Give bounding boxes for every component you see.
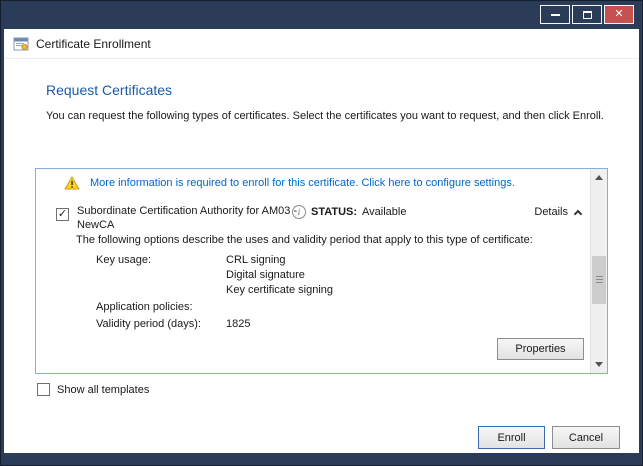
status-value: Available — [362, 206, 406, 218]
field-value: 1825 — [226, 318, 250, 333]
field-label: Application policies: — [96, 301, 226, 316]
certificate-enrollment-window: ✕ Certificate Enrollment Request Certifi… — [0, 0, 643, 466]
check-icon: ✓ — [58, 209, 67, 220]
field-row: Key certificate signing — [96, 284, 536, 299]
scroll-up-button[interactable] — [591, 169, 607, 186]
field-row: Validity period (days): 1825 — [96, 316, 536, 333]
field-label — [96, 269, 226, 284]
close-icon: ✕ — [614, 9, 623, 20]
checkbox-box: ✓ — [56, 208, 69, 221]
enroll-button[interactable]: Enroll — [478, 426, 545, 449]
show-all-templates-label: Show all templates — [57, 384, 149, 396]
status-group: i STATUS: Available — [292, 205, 406, 219]
field-row: Key usage: CRL signing — [96, 254, 536, 269]
certificate-name: Subordinate Certification Authority for … — [77, 204, 305, 232]
warning-text: More information is required to enroll f… — [90, 177, 515, 189]
vertical-scrollbar[interactable] — [590, 169, 607, 373]
window-title: Certificate Enrollment — [36, 37, 151, 51]
warning-icon — [64, 176, 80, 190]
minimize-icon — [551, 14, 560, 16]
arrow-up-icon — [595, 175, 603, 180]
info-icon: i — [292, 205, 306, 219]
more-information-link[interactable]: More information is required to enroll f… — [36, 169, 590, 196]
minimize-button[interactable] — [540, 5, 570, 24]
field-label: Key usage: — [96, 254, 226, 269]
field-label: Validity period (days): — [96, 318, 226, 333]
status-label: STATUS: — [311, 206, 357, 218]
details-label: Details — [534, 206, 568, 218]
dialog-client-area: Certificate Enrollment Request Certifica… — [4, 29, 639, 453]
arrow-down-icon — [595, 362, 603, 367]
show-all-templates-checkbox[interactable]: Show all templates — [37, 383, 149, 396]
properties-button[interactable]: Properties — [497, 338, 584, 360]
certificate-description: The following options describe the uses … — [76, 234, 588, 246]
thumb-grip-icon — [596, 276, 603, 277]
scroll-thumb[interactable] — [592, 256, 606, 304]
maximize-icon — [583, 11, 592, 19]
field-row: Digital signature — [96, 269, 536, 284]
cancel-button[interactable]: Cancel — [552, 426, 620, 449]
certificate-enrollment-icon — [13, 36, 29, 52]
field-row: Application policies: — [96, 299, 536, 316]
certificate-fields: Key usage: CRL signing Digital signature… — [96, 254, 536, 333]
details-toggle[interactable]: Details — [534, 206, 581, 218]
field-value: CRL signing — [226, 254, 286, 269]
scroll-down-button[interactable] — [591, 356, 607, 373]
field-label — [96, 284, 226, 299]
certificate-checkbox[interactable]: ✓ — [56, 208, 69, 221]
window-controls: ✕ — [540, 5, 634, 24]
close-button[interactable]: ✕ — [604, 5, 634, 24]
caption-strip: Certificate Enrollment — [4, 29, 639, 59]
field-value: Digital signature — [226, 269, 305, 284]
field-value: Key certificate signing — [226, 284, 333, 299]
page-title: Request Certificates — [46, 82, 172, 98]
checkbox-box — [37, 383, 50, 396]
titlebar: ✕ — [4, 1, 639, 29]
intro-text: You can request the following types of c… — [46, 109, 612, 124]
chevron-up-icon — [574, 209, 582, 217]
certificate-list-panel: More information is required to enroll f… — [35, 168, 608, 374]
maximize-button[interactable] — [572, 5, 602, 24]
